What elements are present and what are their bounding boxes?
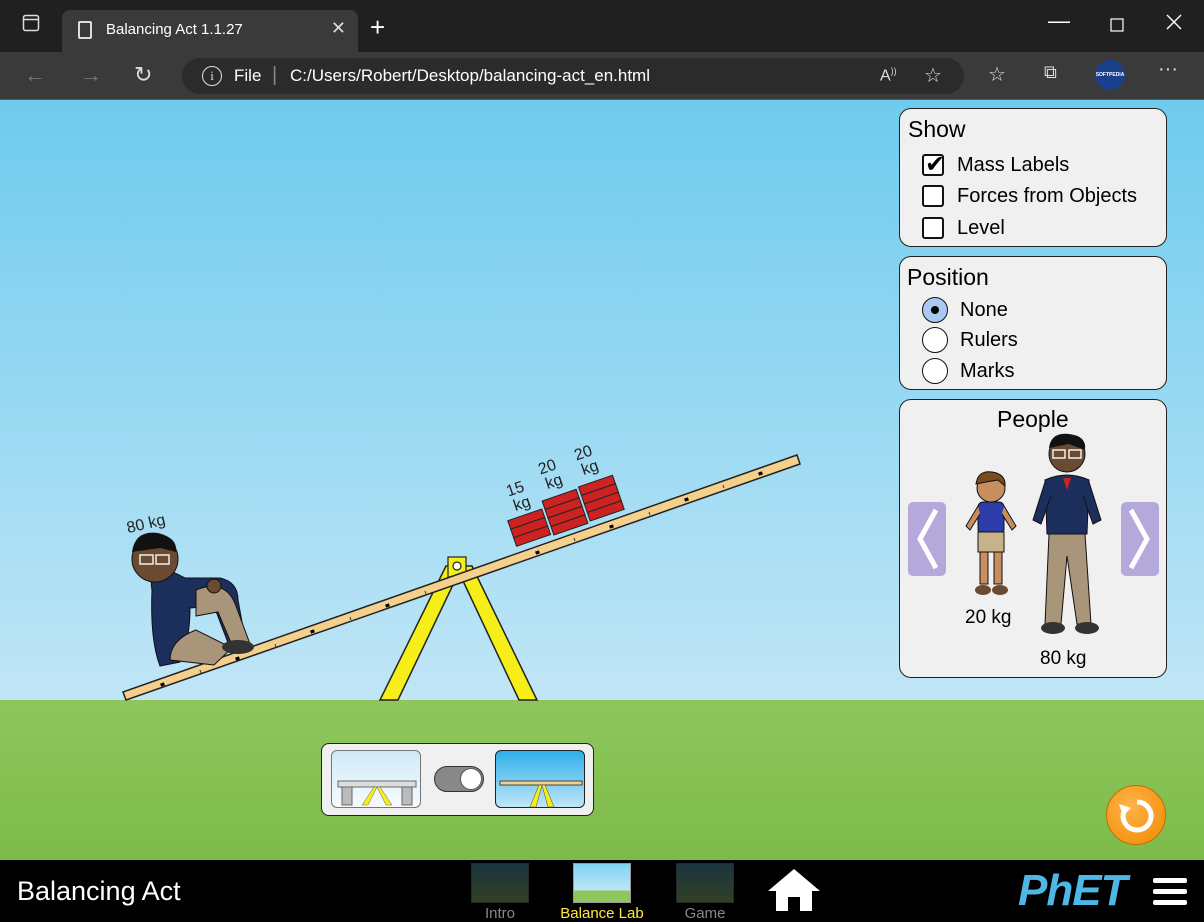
seesaw-scene: 15 kg 20 kg 20 kg 80 kg [122, 441, 801, 701]
favorites-icon[interactable]: ☆ [988, 62, 1006, 87]
refresh-icon[interactable]: ↻ [134, 62, 152, 88]
game-thumbnail [676, 863, 734, 903]
radio-button[interactable] [922, 327, 948, 353]
screen-label: Intro [484, 905, 515, 922]
sim-navigation-bar: Balancing Act Intro Balance Lab Game PhE… [0, 860, 1204, 922]
read-aloud-icon[interactable]: A)) [880, 66, 897, 85]
radio-button[interactable] [922, 297, 948, 323]
maximize-button[interactable] [1110, 16, 1124, 37]
document-icon [78, 21, 92, 39]
people-panel: People 20 kg 80 kg [899, 399, 1167, 678]
chevron-right-icon [1128, 508, 1150, 570]
position-panel-title: Position [907, 264, 989, 290]
close-window-button[interactable] [1166, 14, 1182, 35]
chevron-left-icon [917, 508, 939, 570]
sim-play-area: 15 kg 20 kg 20 kg 80 kg Show ✔ Mass Labe… [0, 100, 1204, 860]
plank[interactable] [122, 454, 801, 701]
checkbox-box[interactable] [922, 185, 944, 207]
address-bar[interactable]: i File | C:/Users/Robert/Desktop/balanci… [182, 58, 964, 94]
radio-label: None [960, 299, 1008, 321]
radio-dot [931, 306, 939, 314]
checkbox-label: Forces from Objects [957, 185, 1138, 207]
add-favorite-icon[interactable]: ☆ [924, 63, 942, 88]
forward-icon[interactable]: → [80, 62, 102, 88]
person-80kg-label: 80 kg [1040, 648, 1087, 669]
checkbox-label: Level [957, 217, 1005, 239]
supports-toggle-switch[interactable] [434, 766, 484, 792]
profile-avatar[interactable]: SOFTPEDIA [1095, 60, 1125, 90]
info-icon[interactable]: i [202, 66, 222, 86]
supports-off-thumbnail[interactable] [495, 750, 585, 808]
ground [0, 700, 1204, 860]
address-prefix: File [234, 66, 262, 85]
tab-actions-icon[interactable] [22, 14, 40, 37]
brick-stack-15kg[interactable] [507, 508, 552, 547]
reset-all-button[interactable] [1106, 785, 1166, 845]
checkbox-box[interactable] [922, 217, 944, 239]
screen-button-intro[interactable]: Intro [455, 863, 545, 922]
man-figure[interactable] [1025, 430, 1109, 640]
sim-title: Balancing Act [17, 876, 181, 906]
check-mark-icon: ✔ [925, 151, 946, 178]
screen-label: Game [684, 905, 726, 922]
browser-titlebar: Balancing Act 1.1.27 ✕ + — [0, 0, 1204, 52]
screen-button-game[interactable]: Game [660, 863, 750, 922]
previous-people-button[interactable] [908, 502, 946, 576]
collections-icon[interactable]: ⧉ [1044, 62, 1057, 83]
svg-text:20 kg: 20 kg [536, 455, 568, 493]
supports-on-thumbnail[interactable] [331, 750, 421, 808]
more-options-icon[interactable]: ··· [1158, 58, 1178, 81]
svg-text:15 kg: 15 kg [504, 477, 536, 515]
back-icon[interactable]: ← [24, 62, 46, 88]
sitting-man-figure[interactable] [131, 532, 254, 667]
checkbox-box[interactable]: ✔ [922, 151, 945, 178]
home-icon[interactable] [766, 867, 822, 918]
show-panel: Show ✔ Mass Labels Forces from Objects L… [899, 108, 1167, 247]
checkbox-label: Mass Labels [957, 154, 1070, 176]
tab-close-button[interactable]: ✕ [331, 18, 346, 39]
new-tab-button[interactable]: + [370, 12, 385, 43]
browser-tab[interactable]: Balancing Act 1.1.27 ✕ [62, 10, 358, 52]
switch-knob [460, 768, 482, 790]
people-panel-title: People [997, 406, 1069, 432]
screen-label: Balance Lab [560, 905, 644, 922]
radio-button[interactable] [922, 358, 948, 384]
browser-toolbar: ← → ↻ i File | C:/Users/Robert/Desktop/b… [0, 52, 1204, 100]
intro-thumbnail [471, 863, 529, 903]
person-mass-label: 80 kg [125, 512, 167, 537]
supports-toggle-panel [321, 743, 594, 816]
balance-lab-thumbnail [573, 863, 631, 903]
reset-icon [1119, 799, 1154, 833]
phet-menu-icon[interactable] [1153, 878, 1187, 911]
address-url[interactable]: C:/Users/Robert/Desktop/balancing-act_en… [290, 66, 650, 86]
minimize-button[interactable]: — [1048, 8, 1070, 34]
next-people-button[interactable] [1121, 502, 1159, 576]
boy-figure[interactable] [956, 470, 1026, 600]
tab-title: Balancing Act 1.1.27 [106, 21, 243, 38]
svg-text:20 kg: 20 kg [572, 441, 604, 479]
radio-label: Rulers [960, 329, 1018, 351]
show-panel-title: Show [908, 116, 966, 142]
radio-label: Marks [960, 360, 1015, 382]
screen-button-balance-lab[interactable]: Balance Lab [557, 863, 647, 922]
brick-stack-20kg-b[interactable] [577, 474, 625, 522]
phet-logo[interactable]: PhET [1018, 866, 1127, 916]
position-panel: Position None Rulers Marks [899, 256, 1167, 390]
brick-stack-20kg-a[interactable] [541, 488, 589, 536]
person-20kg-label: 20 kg [965, 607, 1012, 628]
address-separator: | [272, 64, 278, 86]
